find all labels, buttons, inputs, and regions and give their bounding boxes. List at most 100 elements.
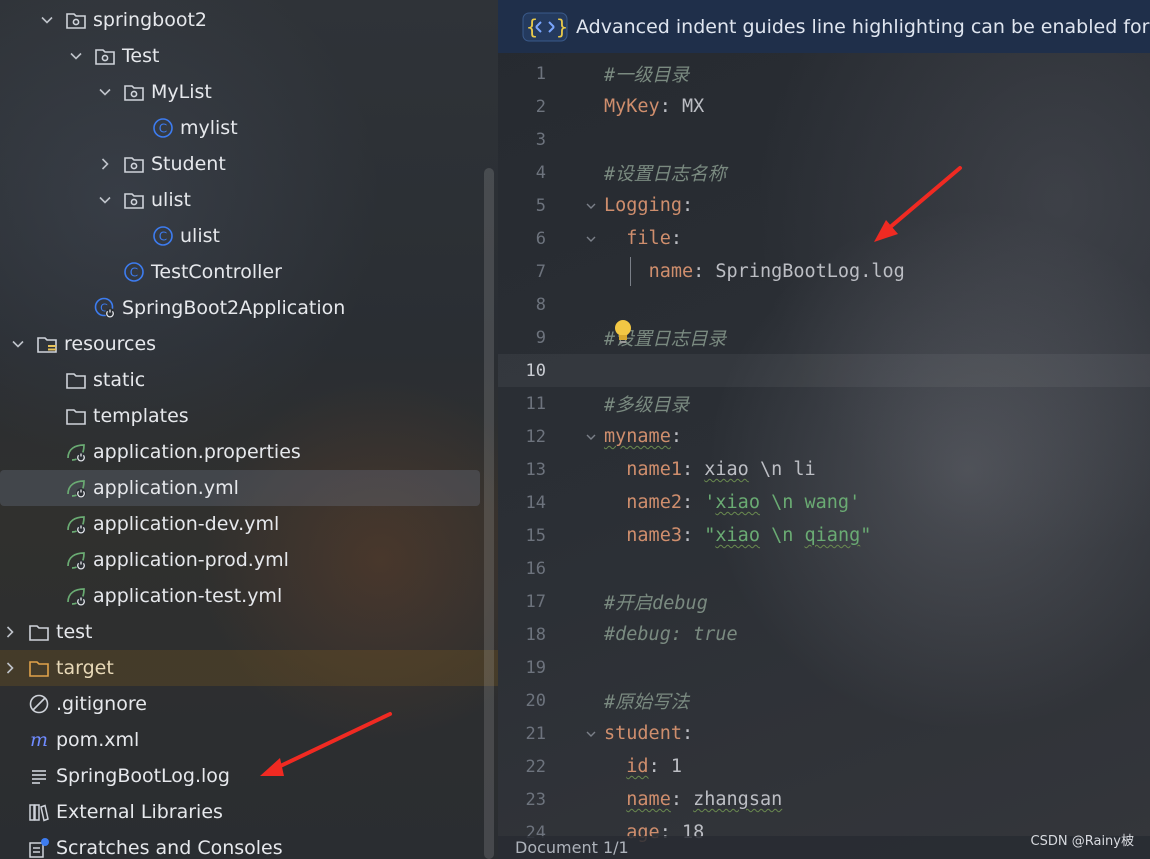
tree-item-resources[interactable]: resources [0, 326, 480, 362]
line-number[interactable]: 7 [498, 262, 546, 282]
tree-item-mylist[interactable]: MyList [0, 74, 480, 110]
line-number[interactable]: 13 [498, 460, 546, 480]
code-line[interactable]: 3 [498, 123, 1150, 156]
code-line[interactable]: 5 Logging: [498, 189, 1150, 222]
code-line[interactable]: 13 name1: xiao \n li [498, 453, 1150, 486]
line-number[interactable]: 11 [498, 394, 546, 414]
code-line[interactable]: 16 [498, 552, 1150, 585]
chevron-down-icon[interactable] [39, 12, 55, 28]
tree-item-application-dev-yml[interactable]: application-dev.yml [0, 506, 480, 542]
code-line[interactable]: 21 student: [498, 717, 1150, 750]
code-line[interactable]: 1 #一级目录 [498, 57, 1150, 90]
line-number[interactable]: 15 [498, 526, 546, 546]
line-number[interactable]: 17 [498, 592, 546, 612]
tree-item-gitignore[interactable]: .gitignore [0, 686, 480, 722]
code-line[interactable]: 10 [498, 354, 1150, 387]
line-number[interactable]: 10 [498, 361, 546, 381]
fold-chevron-icon[interactable] [584, 727, 598, 741]
tree-item-application-prod-yml[interactable]: application-prod.yml [0, 542, 480, 578]
tree-scrollbar[interactable] [484, 168, 494, 859]
tree-item-target[interactable]: target [0, 650, 498, 686]
line-number[interactable]: 8 [498, 295, 546, 315]
chevron-down-icon[interactable] [10, 336, 26, 352]
line-number[interactable]: 3 [498, 130, 546, 150]
tree-item-testcontroller[interactable]: C TestController [0, 254, 480, 290]
chevron-down-icon[interactable] [97, 84, 113, 100]
code-line[interactable]: 12 myname: [498, 420, 1150, 453]
line-number[interactable]: 18 [498, 625, 546, 645]
code-line[interactable]: 6 file: [498, 222, 1150, 255]
tree-item-springboot2[interactable]: springboot2 [0, 2, 480, 38]
code-line[interactable]: 22 id: 1 [498, 750, 1150, 783]
code-text: name2: 'xiao \n wang' [604, 492, 860, 513]
chevron-down-icon[interactable] [97, 192, 113, 208]
tree-item-static[interactable]: static [0, 362, 480, 398]
tree-item-ulist[interactable]: ulist [0, 182, 480, 218]
tree-item-templates[interactable]: templates [0, 398, 480, 434]
fold-chevron-icon[interactable] [584, 199, 598, 213]
line-number[interactable]: 19 [498, 658, 546, 678]
tree-item-external-libraries[interactable]: External Libraries [0, 794, 480, 830]
code-line[interactable]: 7 name: SpringBootLog.log [498, 255, 1150, 288]
code-line[interactable]: 18 #debug: true [498, 618, 1150, 651]
tree-item-springboot2application[interactable]: C SpringBoot2Application [0, 290, 480, 326]
line-number[interactable]: 6 [498, 229, 546, 249]
tree-item-label: test [56, 621, 93, 643]
line-number[interactable]: 22 [498, 757, 546, 777]
code-line[interactable]: 20 #原始写法 [498, 684, 1150, 717]
line-number[interactable]: 23 [498, 790, 546, 810]
tree-item-test[interactable]: Test [0, 38, 480, 74]
package-folder-icon [123, 153, 145, 175]
line-number[interactable]: 12 [498, 427, 546, 447]
line-number[interactable]: 9 [498, 328, 546, 348]
code-line[interactable]: 19 [498, 651, 1150, 684]
tree-item-ulist[interactable]: Culist [0, 218, 480, 254]
code-line[interactable]: 23 name: zhangsan [498, 783, 1150, 816]
tree-item-application-properties[interactable]: application.properties [0, 434, 480, 470]
tree-item-mylist[interactable]: Cmylist [0, 110, 480, 146]
code-text: #一级目录 [604, 61, 689, 87]
line-number[interactable]: 14 [498, 493, 546, 513]
tree-item-scratches-and-consoles[interactable]: Scratches and Consoles [0, 830, 480, 859]
spring-boot-class-icon: C [94, 297, 116, 319]
svg-text:m: m [30, 729, 48, 751]
tree-item-pom-xml[interactable]: m pom.xml [0, 722, 480, 758]
code-editor[interactable]: { } Advanced indent guides line highligh… [498, 0, 1150, 859]
code-line[interactable]: 2 MyKey: MX [498, 90, 1150, 123]
chevron-right-icon[interactable] [97, 156, 113, 172]
code-token: id [626, 756, 649, 777]
tree-item-test[interactable]: test [0, 614, 480, 650]
code-line[interactable]: 14 name2: 'xiao \n wang' [498, 486, 1150, 519]
line-number[interactable]: 2 [498, 97, 546, 117]
lightbulb-icon[interactable] [612, 318, 634, 346]
code-text: #debug: true [604, 624, 738, 645]
tree-item-label: ulist [151, 189, 191, 211]
code-line[interactable]: 17 #开启debug [498, 585, 1150, 618]
code-line[interactable]: 11 #多级目录 [498, 387, 1150, 420]
code-line[interactable]: 4 #设置日志名称 [498, 156, 1150, 189]
line-number[interactable]: 5 [498, 196, 546, 216]
chevron-right-icon[interactable] [2, 660, 18, 676]
fold-chevron-icon[interactable] [584, 430, 598, 444]
line-number[interactable]: 16 [498, 559, 546, 579]
code-token: name1 [626, 459, 682, 480]
code-token: ' [704, 492, 716, 513]
tree-item-springbootlog-log[interactable]: SpringBootLog.log [0, 758, 480, 794]
chevron-down-icon[interactable] [68, 48, 84, 64]
tree-item-label: resources [64, 333, 157, 355]
tree-item-student[interactable]: Student [0, 146, 480, 182]
folder-icon [28, 621, 50, 643]
tree-item-application-test-yml[interactable]: application-test.yml [0, 578, 480, 614]
code-line[interactable]: 15 name3: "xiao \n qiang" [498, 519, 1150, 552]
line-number[interactable]: 4 [498, 163, 546, 183]
chevron-right-icon[interactable] [2, 624, 18, 640]
code-line[interactable]: 8 [498, 288, 1150, 321]
line-number[interactable]: 20 [498, 691, 546, 711]
code-line[interactable]: 9 #设置日志目录 [498, 321, 1150, 354]
code-token: name3 [626, 525, 682, 546]
tree-item-application-yml[interactable]: application.yml [0, 470, 480, 506]
code-token: #debug: true [604, 624, 738, 645]
line-number[interactable]: 1 [498, 64, 546, 84]
fold-chevron-icon[interactable] [584, 232, 598, 246]
line-number[interactable]: 21 [498, 724, 546, 744]
